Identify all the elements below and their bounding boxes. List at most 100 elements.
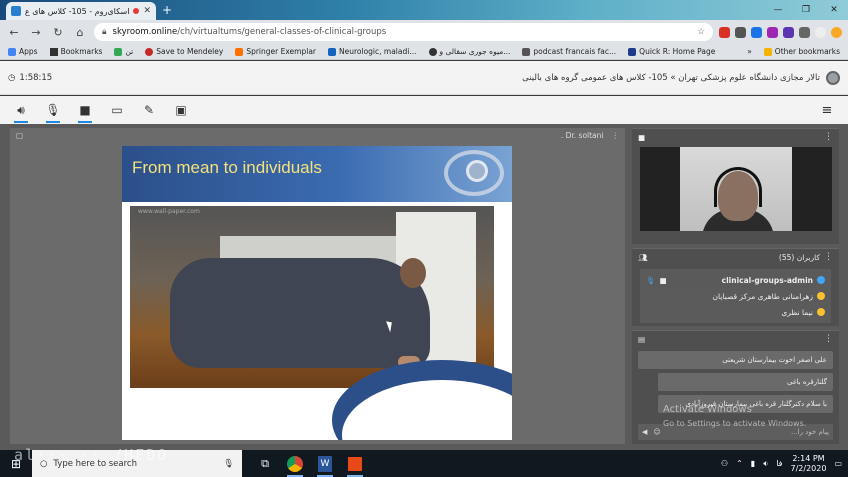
- room-title: تالار مجازی دانشگاه علوم پزشکی تهران » 1…: [522, 70, 840, 85]
- hamburger-menu-icon[interactable]: ≡: [818, 101, 836, 119]
- browser-tab[interactable]: اسکای‌روم - 105- کلاس های ع... ✕: [6, 2, 156, 20]
- room-toolbar: 🔊︎ 🎙︎ ■ ▭ ✎ ▣ ≡: [0, 96, 848, 124]
- url-host: skyroom.online: [112, 27, 178, 37]
- other-bookmarks[interactable]: Other bookmarks: [763, 47, 840, 56]
- users-panel: 👥︎ کاربران (55) ⋮ 🎙︎ ■ clinical-groups-a…: [632, 248, 839, 326]
- webcam-video: [640, 147, 832, 231]
- task-view-icon[interactable]: ⧉: [254, 453, 276, 475]
- users-panel-title: کاربران (55): [778, 252, 820, 262]
- chat-message: گلنارقره باغی: [658, 373, 833, 391]
- maps-icon: [114, 47, 123, 56]
- profile-avatar-icon[interactable]: [815, 26, 826, 38]
- bookmark-tn[interactable]: تن: [114, 47, 133, 56]
- bookmarks-more[interactable]: »: [747, 47, 752, 56]
- extension-icons: [719, 26, 842, 38]
- chat-menu-icon[interactable]: ⋮: [824, 334, 833, 344]
- system-tray: ⚇ ⌃ ▮ 🔉︎ فا 2:14 PM 7/2/2020 ▭: [721, 454, 848, 474]
- close-window-icon[interactable]: ✕: [820, 0, 848, 20]
- user-camera-icon: ■: [659, 275, 667, 285]
- extension-purple-icon[interactable]: [767, 26, 778, 38]
- user-row[interactable]: 🎙︎ ■ clinical-groups-admin: [646, 272, 825, 288]
- activate-windows-watermark: Activate Windows: [663, 404, 752, 415]
- close-tab-icon[interactable]: ✕: [143, 6, 151, 16]
- extension-v-icon[interactable]: [783, 26, 794, 38]
- bookmark-neurologic[interactable]: Neurologic, maladi...: [328, 47, 417, 56]
- whiteboard-brush-icon[interactable]: ✎: [140, 101, 158, 119]
- emoji-icon[interactable]: ☺: [653, 428, 660, 436]
- stage-header: ▢ . Dr. soltani ⋮: [10, 128, 625, 142]
- url-path: /ch/virtualtums/general-classes-of-clini…: [177, 27, 387, 37]
- tray-chevron-icon[interactable]: ⌃: [736, 459, 743, 468]
- bookmark-bookmarks[interactable]: Bookmarks: [49, 47, 102, 56]
- microphone-icon[interactable]: 🎙︎: [44, 101, 62, 123]
- taskbar-clock[interactable]: 2:14 PM 7/2/2020: [791, 454, 827, 474]
- windows-taskbar: ⊞ ○ Type here to search 🎙︎ ⧉ W ⚇ ⌃ ▮ 🔉︎ …: [0, 450, 848, 477]
- users-menu-icon[interactable]: ⋮: [824, 252, 833, 262]
- screen: اسکای‌روم - 105- کلاس های ع... ✕ + — ❐ ✕…: [0, 0, 848, 477]
- speaker-icon[interactable]: 🔊︎: [12, 101, 30, 123]
- home-icon[interactable]: ⌂: [72, 26, 88, 39]
- update-icon[interactable]: [831, 26, 842, 38]
- notifications-icon[interactable]: ▭: [834, 459, 842, 468]
- new-tab-icon[interactable]: +: [162, 3, 172, 17]
- language-indicator[interactable]: فا: [776, 459, 782, 468]
- minimize-icon[interactable]: —: [764, 0, 792, 20]
- extensions-puzzle-icon[interactable]: [799, 26, 810, 38]
- windows-start-icon[interactable]: ⊞: [0, 450, 32, 477]
- user-row[interactable]: زهرامنانی طاهری مرکز قصبایان: [646, 288, 825, 304]
- person-icon[interactable]: ⚇: [721, 459, 728, 468]
- volume-icon[interactable]: 🔉︎: [763, 459, 768, 469]
- screen-share-icon[interactable]: ▭: [108, 101, 126, 119]
- tab-title: اسکای‌روم - 105- کلاس های ع...: [25, 6, 130, 16]
- video-headset: [714, 167, 762, 207]
- video-camera-icon: ■: [638, 132, 646, 142]
- page-icon: [522, 47, 531, 56]
- apps-grid-icon: [8, 47, 16, 56]
- word-icon[interactable]: W: [314, 453, 336, 477]
- university-logo-icon: [826, 70, 840, 85]
- activate-windows-hint: Go to Settings to activate Windows.: [663, 419, 807, 428]
- stage-menu-icon[interactable]: ⋮: [612, 131, 620, 140]
- photo-man-head: [400, 258, 426, 288]
- search-icon: ○: [40, 458, 48, 469]
- bookmarks-bar: Apps Bookmarks تن Save to Mendeley Sprin…: [0, 44, 848, 60]
- photo-watermark: www.wall-paper.com: [138, 208, 200, 215]
- network-icon[interactable]: ▮: [751, 459, 755, 468]
- reload-icon[interactable]: ↻: [50, 26, 66, 39]
- chat-message: علی اصغر اخوت بیمارستان شریعتی: [638, 351, 833, 369]
- browser-tab-strip: اسکای‌روم - 105- کلاس های ع... ✕ + — ❐ ✕: [0, 0, 848, 20]
- maximize-icon[interactable]: ❐: [792, 0, 820, 20]
- video-menu-icon[interactable]: ⋮: [824, 132, 833, 142]
- springer-icon: [235, 47, 244, 56]
- camera-icon[interactable]: ■: [76, 101, 94, 123]
- user-icon: [817, 292, 825, 300]
- bookmark-fruit[interactable]: میوه جوری سقالی و...: [428, 47, 510, 56]
- stage-fullscreen-icon[interactable]: ▢: [16, 131, 23, 140]
- chrome-icon[interactable]: [284, 453, 306, 477]
- elapsed-timer: ◷ 1:58:15: [8, 72, 53, 83]
- extension-translate-icon[interactable]: [751, 26, 762, 38]
- send-icon[interactable]: ◀: [642, 428, 647, 436]
- taskbar-search[interactable]: ○ Type here to search 🎙︎: [32, 450, 242, 477]
- bookmark-apps[interactable]: Apps: [8, 47, 38, 56]
- presenter-name: . Dr. soltani: [560, 130, 604, 140]
- bookmark-mendeley[interactable]: Save to Mendeley: [145, 47, 223, 56]
- photo-man-crawling: [170, 258, 430, 368]
- bookmark-star-icon[interactable]: ☆: [697, 27, 705, 37]
- taskbar-mic-icon[interactable]: 🎙︎: [223, 459, 234, 469]
- bookmark-springer[interactable]: Springer Exemplar: [235, 47, 316, 56]
- user-row[interactable]: نیما نظری: [646, 304, 825, 320]
- bookmark-quickr[interactable]: Quick R: Home Page: [628, 47, 715, 56]
- slide-header-band: From mean to individuals: [122, 146, 512, 202]
- app-orange-icon[interactable]: [344, 453, 366, 477]
- back-icon[interactable]: ←: [6, 26, 22, 39]
- room-header: ◷ 1:58:15 تالار مجازی دانشگاه علوم پزشکی…: [0, 61, 848, 95]
- presentation-icon[interactable]: ▣: [172, 101, 190, 119]
- extension-record-icon[interactable]: [735, 26, 746, 38]
- address-bar[interactable]: 🔒︎ skyroom.online/ch/virtualtums/general…: [94, 23, 713, 41]
- forward-icon[interactable]: →: [28, 26, 44, 39]
- clock-icon: ◷: [8, 72, 16, 83]
- extension-shield-icon[interactable]: [719, 26, 730, 38]
- slide-title: From mean to individuals: [132, 158, 322, 177]
- bookmark-podcast[interactable]: podcast francais fac...: [522, 47, 616, 56]
